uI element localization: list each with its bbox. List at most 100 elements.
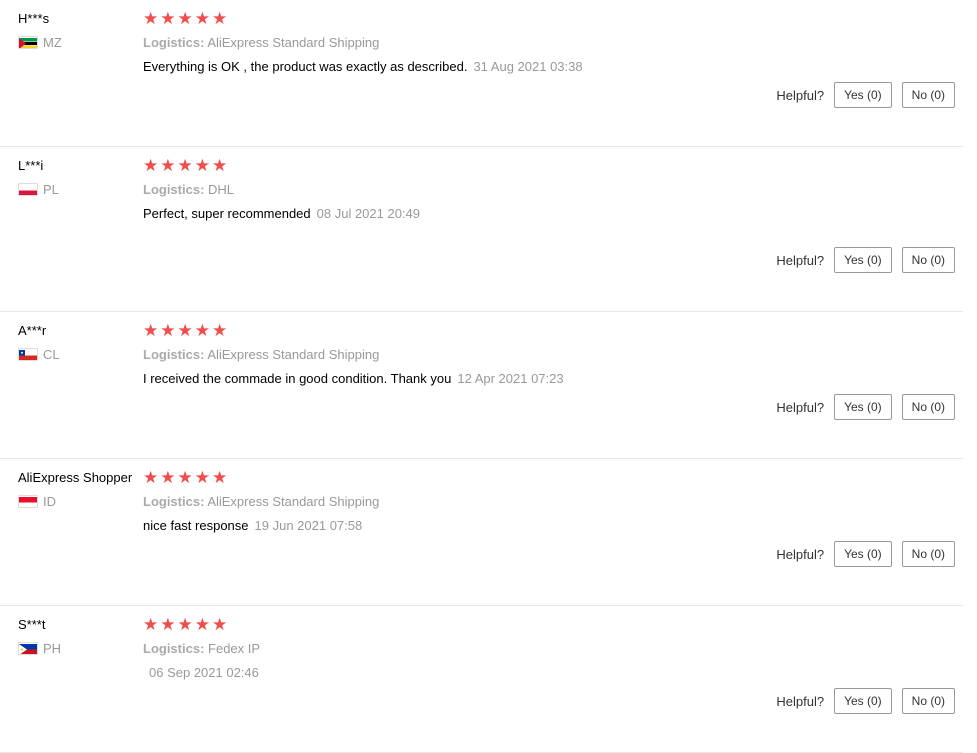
star-icon: ★ [212, 155, 228, 176]
star-icon: ★ [177, 8, 193, 29]
helpful-no-button[interactable]: No (0) [901, 688, 955, 714]
star-rating: ★ ★ ★ ★ ★ [143, 322, 963, 340]
review-item: L***i PL ★ ★ ★ ★ ★ Logistics: DHL Perfect, s… [0, 147, 963, 312]
star-icon: ★ [177, 467, 193, 488]
reviewer-name: L***i [18, 158, 44, 173]
star-icon: ★ [212, 467, 228, 488]
country-code: PL [43, 182, 59, 197]
star-icon: ★ [143, 320, 159, 341]
reviewer-country: MZ [18, 35, 140, 50]
reviewer-country: PL [18, 182, 140, 197]
star-icon: ★ [194, 467, 210, 488]
star-rating: ★ ★ ★ ★ ★ [143, 469, 963, 487]
review-date: 31 Aug 2021 03:38 [473, 59, 583, 74]
helpful-yes-button[interactable]: Yes (0) [834, 688, 892, 714]
review-date: 08 Jul 2021 20:49 [316, 206, 421, 221]
reviewer-name: AliExpress Shopper [18, 470, 133, 485]
star-icon: ★ [194, 320, 210, 341]
logistics-label: Logistics: [143, 35, 205, 50]
review-text: nice fast response [143, 518, 249, 533]
reviewer-name: A***r [18, 323, 47, 338]
logistics-value: Fedex IP [208, 641, 261, 656]
star-icon: ★ [194, 8, 210, 29]
review-text: I received the commade in good condition… [143, 371, 452, 386]
reviewer-country: CL [18, 347, 140, 362]
helpful-controls: Helpful? Yes (0) No (0) [776, 688, 955, 714]
star-rating: ★ ★ ★ ★ ★ [143, 157, 963, 175]
country-code: CL [43, 347, 60, 362]
reviewer-country: PH [18, 641, 140, 656]
logistics-info: Logistics: AliExpress Standard Shipping [143, 35, 963, 51]
helpful-label: Helpful? [776, 252, 825, 268]
helpful-controls: Helpful? Yes (0) No (0) [776, 541, 955, 567]
helpful-label: Helpful? [776, 546, 825, 562]
reviewer-name: S***t [18, 617, 46, 632]
helpful-yes-button[interactable]: Yes (0) [834, 394, 892, 420]
helpful-label: Helpful? [776, 693, 825, 709]
helpful-no-button[interactable]: No (0) [901, 82, 955, 108]
reviewer-country: ID [18, 494, 140, 509]
star-icon: ★ [143, 467, 159, 488]
star-icon: ★ [194, 614, 210, 635]
helpful-yes-button[interactable]: Yes (0) [834, 541, 892, 567]
flag-pl-icon [18, 183, 38, 196]
review-body: ★ ★ ★ ★ ★ Logistics: Fedex IP 06 Sep 2021 02… [143, 616, 963, 681]
country-code: ID [43, 494, 56, 509]
review-text-line: Perfect, super recommended 08 Jul 2021 20… [143, 206, 963, 222]
helpful-no-button[interactable]: No (0) [901, 541, 955, 567]
review-date: 12 Apr 2021 07:23 [457, 371, 564, 386]
review-item: H***s MZ ★ ★ ★ ★ ★ Logistics: AliExpress Sta… [0, 0, 963, 147]
logistics-info: Logistics: Fedex IP [143, 641, 963, 657]
star-icon: ★ [177, 155, 193, 176]
country-code: PH [43, 641, 62, 656]
country-code: MZ [43, 35, 62, 50]
logistics-info: Logistics: DHL [143, 182, 963, 198]
star-icon: ★ [160, 155, 176, 176]
helpful-yes-button[interactable]: Yes (0) [834, 82, 892, 108]
helpful-controls: Helpful? Yes (0) No (0) [776, 394, 955, 420]
logistics-value: AliExpress Standard Shipping [207, 35, 380, 50]
helpful-no-button[interactable]: No (0) [901, 247, 955, 273]
star-icon: ★ [177, 320, 193, 341]
review-item: A***r CL ★ ★ ★ ★ ★ Logistics: AliExpress Sta… [0, 312, 963, 459]
logistics-label: Logistics: [143, 494, 205, 509]
flag-mz-icon [18, 36, 38, 49]
flag-id-icon [18, 495, 38, 508]
star-icon: ★ [143, 155, 159, 176]
helpful-label: Helpful? [776, 399, 825, 415]
review-text-line: Everything is OK , the product was exact… [143, 59, 963, 75]
logistics-value: AliExpress Standard Shipping [207, 347, 380, 362]
star-icon: ★ [143, 8, 159, 29]
review-body: ★ ★ ★ ★ ★ Logistics: AliExpress Standard Shi… [143, 322, 963, 387]
review-body: ★ ★ ★ ★ ★ Logistics: AliExpress Standard Shi… [143, 10, 963, 75]
star-rating: ★ ★ ★ ★ ★ [143, 616, 963, 634]
star-icon: ★ [212, 614, 228, 635]
review-text-line: I received the commade in good condition… [143, 371, 963, 387]
logistics-info: Logistics: AliExpress Standard Shipping [143, 494, 963, 510]
review-item: AliExpress Shopper ID ★ ★ ★ ★ ★ Logistics: A… [0, 459, 963, 606]
star-icon: ★ [160, 467, 176, 488]
review-text: Everything is OK , the product was exact… [143, 59, 468, 74]
star-icon: ★ [143, 614, 159, 635]
star-icon: ★ [212, 8, 228, 29]
star-icon: ★ [177, 614, 193, 635]
logistics-label: Logistics: [143, 182, 205, 197]
helpful-label: Helpful? [776, 87, 825, 103]
helpful-yes-button[interactable]: Yes (0) [834, 247, 892, 273]
logistics-value: DHL [208, 182, 235, 197]
flag-cl-icon [18, 348, 38, 361]
review-list: H***s MZ ★ ★ ★ ★ ★ Logistics: AliExpress Sta… [0, 0, 977, 753]
review-body: ★ ★ ★ ★ ★ Logistics: AliExpress Standard Shi… [143, 469, 963, 534]
star-icon: ★ [160, 8, 176, 29]
star-icon: ★ [194, 155, 210, 176]
reviewer-name: H***s [18, 11, 50, 26]
review-text-line: 06 Sep 2021 02:46 [143, 665, 963, 681]
reviewer-info: S***t PH [18, 616, 140, 656]
review-date: 06 Sep 2021 02:46 [149, 665, 259, 680]
reviewer-info: AliExpress Shopper ID [18, 469, 140, 509]
helpful-no-button[interactable]: No (0) [901, 394, 955, 420]
logistics-label: Logistics: [143, 347, 205, 362]
review-text: Perfect, super recommended [143, 206, 311, 221]
reviewer-info: A***r CL [18, 322, 140, 362]
flag-ph-icon [18, 642, 38, 655]
